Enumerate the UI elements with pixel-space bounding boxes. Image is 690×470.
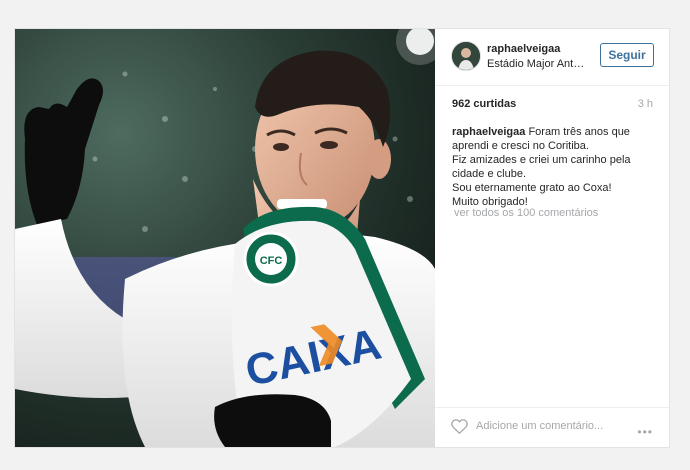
caption-line-3: Fiz amizades e criei um carinho pela xyxy=(452,154,631,166)
heart-icon[interactable] xyxy=(451,419,468,439)
view-all-comments-link[interactable]: ver todos os 100 comentários xyxy=(454,207,598,219)
caption-line-2: aprendi e cresci no Coritiba. xyxy=(452,140,589,152)
post-sidebar: raphaelveigaa Estádio Major Antônio Cout… xyxy=(435,29,669,447)
post-header: raphaelveigaa Estádio Major Antônio Cout… xyxy=(435,29,669,86)
post-time[interactable]: 3 h xyxy=(638,98,653,110)
more-options-icon[interactable]: ••• xyxy=(637,425,653,439)
caption-line-4: cidade e clube. xyxy=(452,168,526,180)
avatar[interactable] xyxy=(451,41,481,71)
post-footer: Adicione um comentário... ••• xyxy=(435,407,669,448)
caption-line-1: Foram três anos que xyxy=(528,126,630,138)
likes-count[interactable]: 962 curtidas xyxy=(452,98,516,110)
comment-input[interactable]: Adicione um comentário... xyxy=(476,420,603,432)
coritiba-crest: CFC xyxy=(243,231,299,287)
caption-username[interactable]: raphaelveigaa xyxy=(452,126,525,138)
location-link[interactable]: Estádio Major Antônio Couto Pereira xyxy=(487,58,587,70)
caption-line-5: Sou eternamente grato ao Coxa! xyxy=(452,182,612,194)
crest-text: CFC xyxy=(260,255,283,267)
caption: raphaelveigaa Foram três anos que aprend… xyxy=(452,125,657,209)
follow-button[interactable]: Seguir xyxy=(600,43,654,67)
post-photo[interactable]: CFC CAIXA xyxy=(15,29,435,447)
username-link[interactable]: raphaelveigaa xyxy=(487,43,560,55)
instagram-post: CFC CAIXA raphaelveigaa Estádio Major An… xyxy=(14,28,670,448)
